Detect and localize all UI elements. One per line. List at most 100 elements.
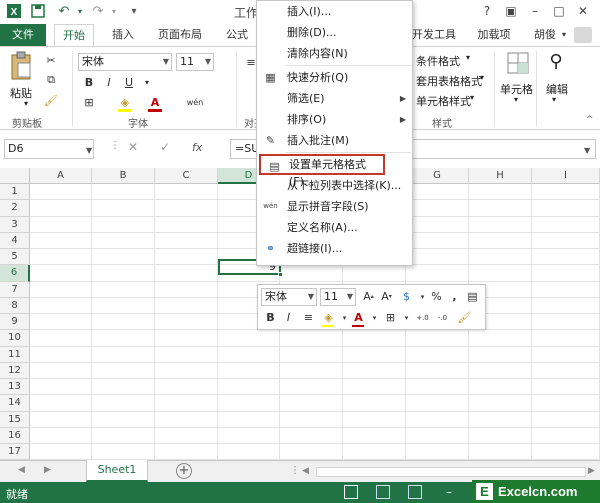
name-box[interactable]: D6: [4, 139, 94, 159]
edit-button[interactable]: 编辑: [546, 81, 568, 97]
column-header-i[interactable]: I: [532, 168, 600, 184]
italic-button[interactable]: I: [100, 73, 118, 91]
context-menu-item[interactable]: ▦ 快速分析(Q): [257, 67, 412, 88]
user-name[interactable]: 胡俊: [532, 24, 558, 46]
scroll-right-icon[interactable]: ▶: [44, 465, 51, 475]
row-header-5[interactable]: 5: [0, 249, 30, 266]
copy-icon[interactable]: ⧉: [42, 71, 60, 89]
phonetic-button[interactable]: wén: [186, 93, 204, 111]
context-menu-item[interactable]: 排序(O) ▶: [257, 109, 412, 130]
context-menu-item[interactable]: 筛选(E) ▶: [257, 88, 412, 109]
tab-developer[interactable]: 开发工具: [410, 24, 458, 46]
zoom-out-icon[interactable]: –: [446, 485, 452, 499]
context-menu-item[interactable]: 清除内容(N): [257, 43, 412, 64]
add-sheet-icon[interactable]: +: [176, 463, 192, 479]
fill-handle[interactable]: [278, 272, 283, 277]
bold-button[interactable]: B: [80, 73, 98, 91]
row-header-10[interactable]: 10: [0, 330, 30, 347]
cancel-button[interactable]: ✕: [128, 140, 138, 154]
cut-icon[interactable]: ✂: [42, 51, 60, 69]
row-header-2[interactable]: 2: [0, 200, 30, 217]
context-menu-item[interactable]: ⚭ 超链接(I)...: [257, 238, 412, 259]
redo-dropdown-icon[interactable]: ▾: [106, 3, 122, 19]
paste-dropdown-icon[interactable]: ▾: [24, 99, 28, 108]
format-as-table-dropdown-icon[interactable]: ▾: [480, 73, 484, 82]
scroll-left-icon[interactable]: ◀: [18, 465, 25, 475]
format-as-table-button[interactable]: 套用表格格式: [416, 73, 482, 89]
cells-dropdown-icon[interactable]: ▾: [514, 95, 518, 104]
undo-icon[interactable]: ↶: [56, 3, 72, 19]
minimize-icon[interactable]: –: [526, 2, 544, 20]
mini-format-painter-icon[interactable]: 🖌: [456, 309, 473, 326]
increase-decimal-icon[interactable]: +.0: [414, 309, 431, 326]
collapse-ribbon-icon[interactable]: ^: [586, 115, 594, 125]
context-menu-item[interactable]: 删除(D)...: [257, 22, 412, 43]
conditional-format-dropdown-icon[interactable]: ▾: [466, 53, 470, 62]
row-header-9[interactable]: 9: [0, 314, 30, 331]
decrease-font-icon[interactable]: A ▾: [378, 288, 395, 305]
mini-borders-dropdown-icon[interactable]: ▾: [398, 309, 415, 326]
context-menu-item[interactable]: 定义名称(A)...: [257, 217, 412, 238]
format-painter-icon[interactable]: 🖌: [42, 91, 60, 109]
tab-addins[interactable]: 加载项: [474, 24, 514, 46]
select-all-corner[interactable]: [0, 168, 30, 184]
column-header-g[interactable]: G: [406, 168, 469, 184]
normal-view-icon[interactable]: [344, 485, 358, 499]
customize-qat-icon[interactable]: ▾: [126, 3, 142, 19]
accounting-format-icon[interactable]: $: [398, 288, 415, 305]
row-header-12[interactable]: 12: [0, 362, 30, 379]
redo-icon[interactable]: ↷: [90, 3, 106, 19]
mini-italic-button[interactable]: I: [280, 309, 297, 326]
format-cells-mini-icon[interactable]: ▤: [464, 288, 481, 305]
increase-font-icon[interactable]: A ▴: [360, 288, 377, 305]
context-menu-item[interactable]: 从下拉列表中选择(K)...: [257, 175, 412, 196]
context-menu-item[interactable]: ▤ 设置单元格格式(F)...: [259, 154, 385, 188]
row-header-14[interactable]: 14: [0, 395, 30, 412]
mini-borders-icon[interactable]: ⊞: [382, 309, 399, 326]
row-header-15[interactable]: 15: [0, 411, 30, 428]
edit-dropdown-icon[interactable]: ▾: [552, 95, 556, 104]
row-header-6[interactable]: 6: [0, 265, 30, 282]
borders-icon[interactable]: ⊞: [80, 93, 98, 111]
tab-home[interactable]: 开始: [54, 24, 94, 47]
undo-dropdown-icon[interactable]: ▾: [72, 3, 88, 19]
mini-font-size-combo[interactable]: 11 ▼: [320, 288, 356, 306]
horizontal-scrollbar[interactable]: [316, 467, 586, 477]
conditional-format-button[interactable]: 条件格式: [416, 53, 460, 69]
name-box-dropdown-icon[interactable]: ▼: [86, 146, 92, 155]
binoculars-icon[interactable]: ⚲: [544, 51, 568, 77]
hscroll-left-icon[interactable]: ◀: [302, 466, 309, 476]
expand-formula-bar-icon[interactable]: ▼: [584, 146, 590, 155]
mini-fill-color-icon[interactable]: ◈: [320, 309, 337, 326]
sheet-tab-sheet1[interactable]: Sheet1: [86, 460, 148, 482]
row-header-3[interactable]: 3: [0, 216, 30, 233]
cell-styles-button[interactable]: 单元格样式: [416, 93, 471, 109]
tab-split-icon[interactable]: ⋮: [290, 465, 300, 476]
column-header-a[interactable]: A: [30, 168, 92, 184]
enter-button[interactable]: ✓: [160, 140, 170, 154]
underline-button[interactable]: U: [120, 73, 138, 91]
close-icon[interactable]: ✕: [574, 2, 592, 20]
save-icon[interactable]: [30, 3, 46, 19]
percent-button[interactable]: %: [428, 288, 445, 305]
row-header-8[interactable]: 8: [0, 297, 30, 314]
underline-dropdown-icon[interactable]: ▾: [138, 73, 156, 91]
page-layout-view-icon[interactable]: [376, 485, 390, 499]
avatar[interactable]: [574, 27, 592, 43]
font-size-combo[interactable]: 11 ▼: [176, 53, 214, 71]
mini-font-color-button[interactable]: A: [350, 309, 367, 326]
paste-button[interactable]: 粘贴: [10, 85, 32, 101]
tab-formulas[interactable]: 公式: [222, 24, 252, 46]
column-header-h[interactable]: H: [469, 168, 532, 184]
column-header-c[interactable]: C: [155, 168, 218, 184]
page-break-view-icon[interactable]: [408, 485, 422, 499]
font-name-combo[interactable]: 宋体 ▼: [78, 53, 172, 71]
column-header-b[interactable]: B: [92, 168, 155, 184]
mini-font-name-combo[interactable]: 宋体 ▼: [261, 288, 317, 306]
maximize-icon[interactable]: □: [550, 2, 568, 20]
user-dropdown-icon[interactable]: ▾: [558, 24, 570, 46]
comma-button[interactable]: ,: [446, 288, 463, 305]
mini-font-color-dropdown-icon[interactable]: ▾: [366, 309, 383, 326]
context-menu-item[interactable]: wén 显示拼音字段(S): [257, 196, 412, 217]
align-center-icon[interactable]: ≡: [300, 309, 317, 326]
